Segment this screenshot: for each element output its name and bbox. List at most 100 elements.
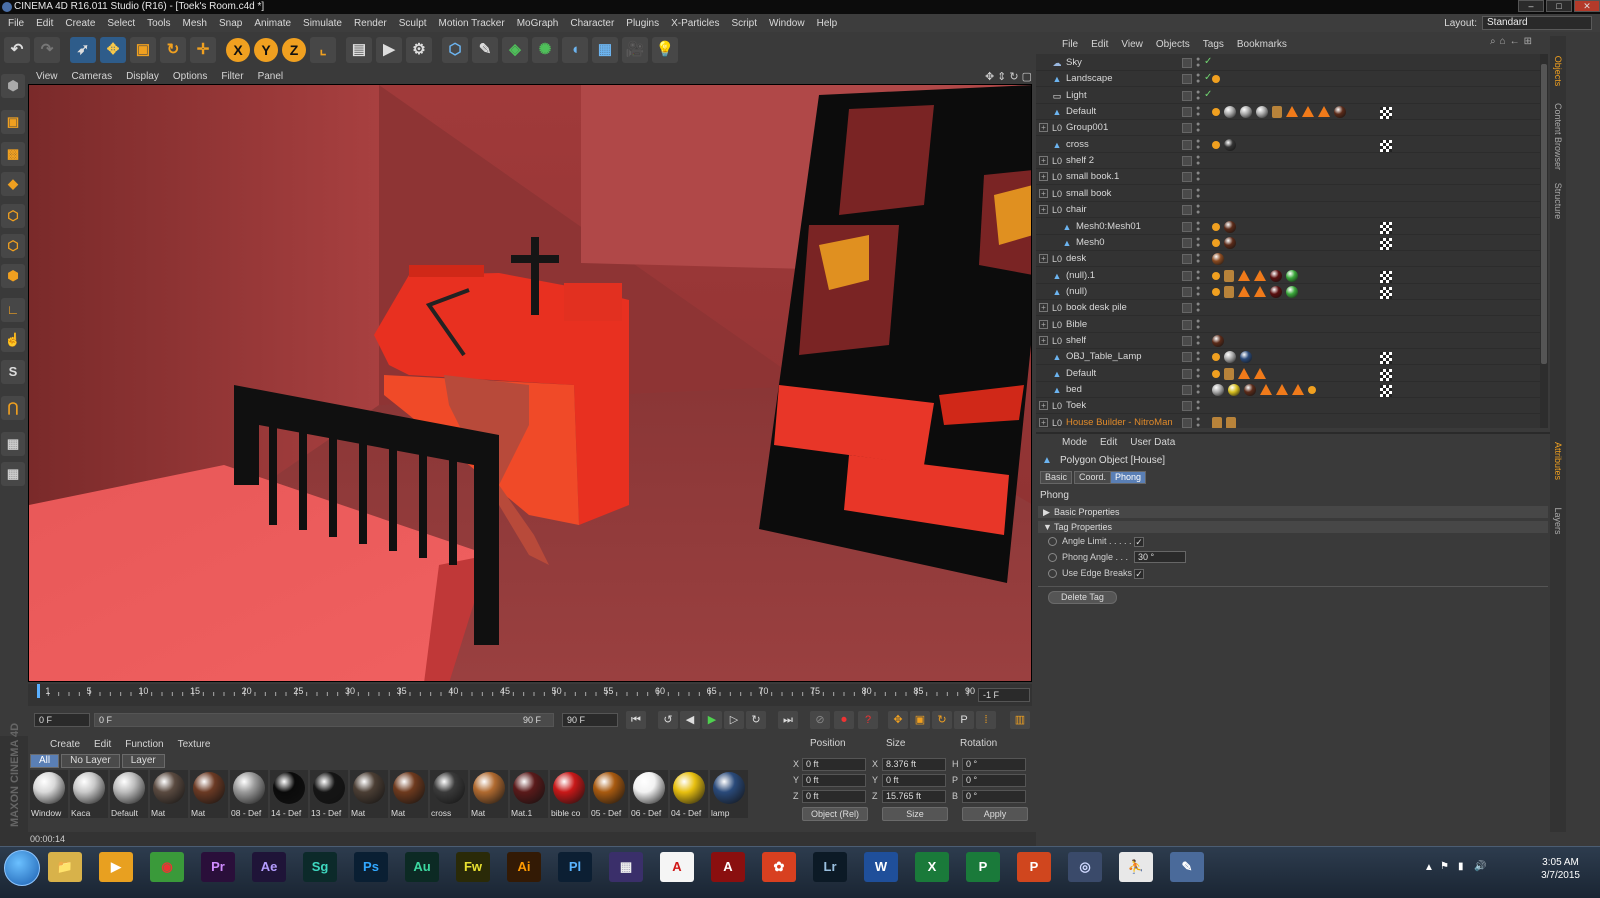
visibility-dots-icon[interactable]: ● ● [1196,154,1202,167]
uvw-tag-icon[interactable] [1380,107,1392,120]
expand-toggle-icon[interactable]: + [1039,123,1048,133]
phong-tag-icon[interactable] [1212,75,1220,84]
taskbar-app-icon[interactable]: A [660,852,694,882]
texture-tag-icon[interactable] [1302,106,1314,118]
menu-animate[interactable]: Animate [248,18,297,29]
taskbar-app-icon[interactable]: ✎ [1170,852,1204,882]
taskbar-app-icon[interactable]: ▦ [609,852,643,882]
material-swatch[interactable]: bible co [550,770,588,818]
light-icon[interactable]: 💡 [652,37,678,63]
expand-toggle-icon[interactable]: + [1039,417,1048,427]
menu-simulate[interactable]: Simulate [297,18,348,29]
object-row[interactable]: ▲ bed ● ● [1036,382,1540,398]
x-axis-lock-icon[interactable]: X [226,38,250,62]
object-name[interactable]: book desk pile [1066,302,1127,313]
orbit-view-icon[interactable]: ↻ [1009,70,1018,83]
enabled-check-icon[interactable]: ✓ [1204,56,1212,67]
object-name[interactable]: desk [1066,253,1086,264]
maximize-button[interactable]: □ [1546,0,1572,12]
material-filter-no-layer[interactable]: No Layer [61,754,120,768]
menu-edit[interactable]: Edit [30,18,59,29]
uvw-tag-icon[interactable] [1380,368,1392,381]
clock[interactable]: 3:05 AM 3/7/2015 [1541,856,1580,882]
taskbar-app-icon[interactable]: Pr [201,852,235,882]
layer-icon[interactable] [1182,205,1192,216]
edges-mode-icon[interactable]: ⬡ [1,234,25,258]
enabled-check-icon[interactable]: ✓ [1204,89,1212,100]
texture-tag-icon[interactable] [1318,106,1330,118]
taskbar-app-icon[interactable]: ◎ [1068,852,1102,882]
layer-icon[interactable] [1182,286,1192,297]
selection-tag-icon[interactable] [1224,285,1234,298]
close-button[interactable]: ✕ [1574,0,1600,12]
phong-tag-icon[interactable] [1212,108,1220,117]
visibility-dots-icon[interactable]: ● ● [1196,105,1202,118]
object-name[interactable]: Landscape [1066,73,1112,84]
material-swatch[interactable]: Default [110,770,148,818]
expand-toggle-icon[interactable]: + [1039,303,1048,313]
object-row[interactable]: + L0 chair ● ● [1036,202,1540,219]
anim-radio-icon[interactable] [1048,569,1057,579]
object-menu-file[interactable]: File [1062,39,1078,50]
layer-icon[interactable] [1182,368,1192,379]
taskbar-app-icon[interactable]: A [711,852,745,882]
layer-icon[interactable] [1182,74,1192,85]
object-name[interactable]: small book [1066,188,1111,199]
phong-angle-input[interactable]: 30 ° [1134,551,1186,563]
material-tag-icon[interactable] [1212,384,1224,396]
coord-position-field[interactable]: 0 ft [802,774,866,787]
perspective-viewport[interactable] [28,84,1032,682]
magnet-icon[interactable]: ⋂ [1,396,25,420]
layer-icon[interactable] [1182,319,1192,330]
group-tag-properties[interactable]: ▼ Tag Properties [1038,521,1548,533]
object-name[interactable]: Sky [1066,57,1082,68]
back-icon[interactable]: ← [1510,36,1520,52]
uvw-tag-icon[interactable] [1380,221,1392,234]
phong-tag-icon[interactable] [1212,222,1220,231]
dolly-view-icon[interactable]: ⇕ [997,70,1006,83]
object-menu-tags[interactable]: Tags [1203,39,1224,50]
timeline-ruler[interactable]: 1 5 10 15 20 25 30 35 40 45 50 55 60 65 70 75 80 85 90 -1 … [28,684,1032,706]
prev-key-icon[interactable]: ↺ [658,711,678,729]
go-to-start-icon[interactable]: ⏮ [626,711,646,729]
object-name[interactable]: small book.1 [1066,171,1119,182]
home-icon[interactable]: ⌂ [1500,36,1506,52]
floor-environment-icon[interactable]: ▦ [592,37,618,63]
layer-icon[interactable] [1182,156,1192,167]
object-name[interactable]: Mesh0:Mesh01 [1076,221,1141,232]
next-key-icon[interactable]: ↻ [746,711,766,729]
layer-icon[interactable] [1182,237,1192,248]
object-name[interactable]: shelf 2 [1066,155,1094,166]
visibility-dots-icon[interactable]: ● ● [1196,236,1202,249]
group-basic-properties[interactable]: ▶ Basic Properties [1038,506,1548,518]
material-tag-icon[interactable] [1212,334,1224,347]
anim-radio-icon[interactable] [1048,537,1057,547]
object-name[interactable]: bed [1066,384,1082,395]
phong-tag-icon[interactable] [1212,271,1220,280]
solo-icon[interactable]: ▦ [1,462,25,486]
texture-tag-icon[interactable] [1286,106,1298,118]
taskbar-app-icon[interactable]: Ps [354,852,388,882]
menu-help[interactable]: Help [811,18,844,29]
coord-size-field[interactable]: 0 ft [882,774,946,787]
phong-tag-icon[interactable] [1212,369,1220,378]
object-row[interactable]: ▲ Default ● ● [1036,104,1540,121]
material-swatch[interactable]: Mat [350,770,388,818]
tweak-mode-icon[interactable]: ☝ [1,328,25,352]
taskbar-app-icon[interactable]: X [915,852,949,882]
object-row[interactable]: ▲ (null) ● ● [1036,284,1540,300]
uvw-tag-icon[interactable] [1380,139,1392,152]
start-button[interactable] [4,850,40,886]
material-swatch[interactable]: 13 - Def [310,770,348,818]
menu-window[interactable]: Window [763,18,811,29]
material-swatch[interactable]: Kaca [70,770,108,818]
material-swatch[interactable]: 08 - Def [230,770,268,818]
undo-icon[interactable]: ↶ [4,37,30,63]
side-tab-objects[interactable]: Objects [1553,43,1563,99]
material-tag-icon[interactable] [1286,285,1298,298]
object-row[interactable]: + L0 shelf 2 ● ● [1036,153,1540,170]
object-name[interactable]: chair [1066,204,1087,215]
object-row[interactable]: ▲ Mesh0:Mesh01 ● ● [1036,219,1540,235]
next-frame-icon[interactable]: ▷ [724,711,744,729]
object-name[interactable]: (null).1 [1066,270,1095,281]
